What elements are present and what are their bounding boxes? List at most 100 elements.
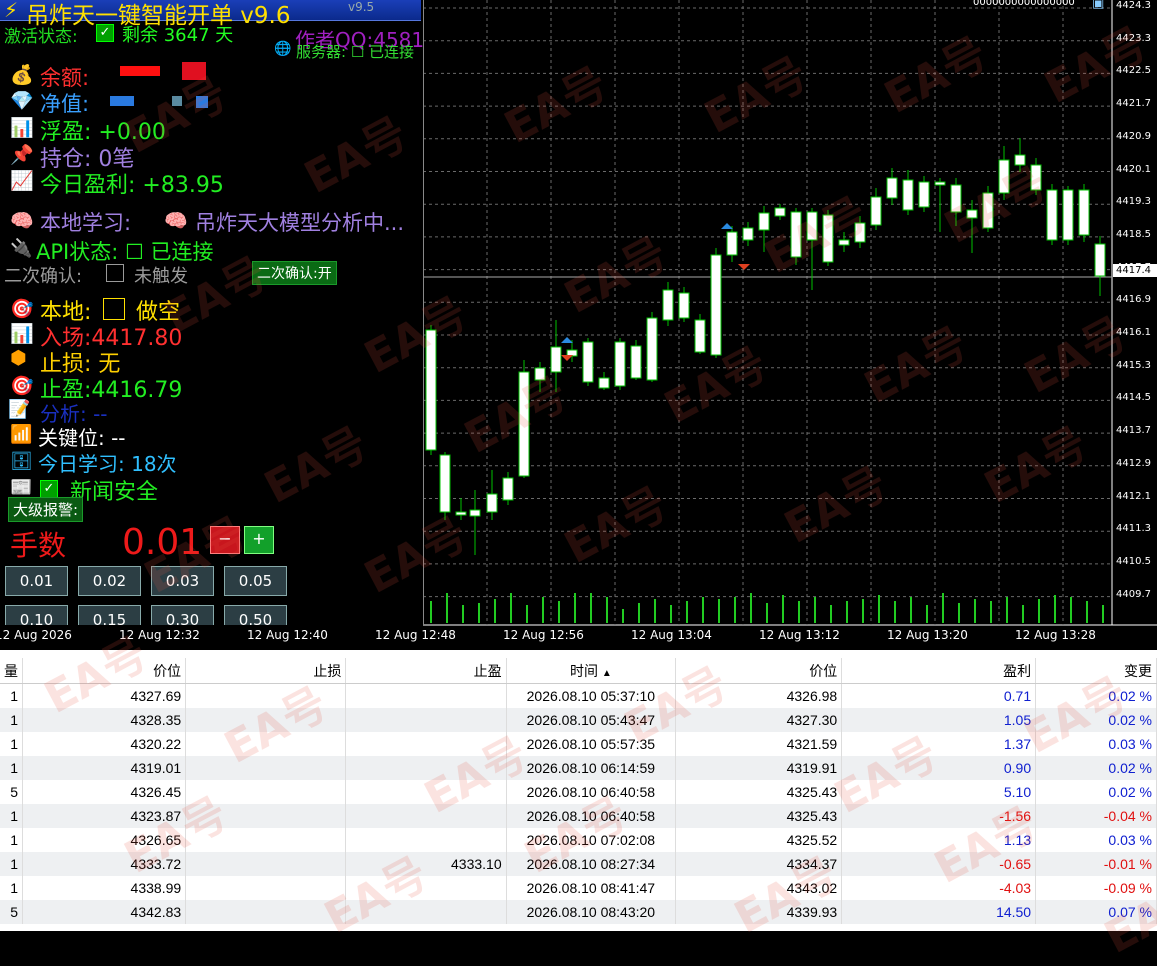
key-level-icon: 📶 <box>10 424 33 445</box>
lot-preset-0.01[interactable]: 0.01 <box>5 566 68 596</box>
col-change-header[interactable]: 变更 <box>1035 658 1157 684</box>
price-tick-label: 4412.1 <box>1116 490 1151 502</box>
entry-icon: 📊 <box>10 323 34 345</box>
table-row[interactable]: 1 4326.65 2026.08.10 07:02:08 4325.52 1.13 0.… <box>0 828 1157 852</box>
cell-take-profit <box>345 732 507 756</box>
candle-body <box>998 159 1010 194</box>
globe-icon: 🌐 <box>274 41 292 57</box>
col-volume-header[interactable]: 量 <box>0 658 23 684</box>
candle-body <box>630 345 642 379</box>
lot-decrease-button[interactable]: − <box>210 526 240 554</box>
cell-time: 2026.08.10 06:40:58 <box>506 804 677 828</box>
table-row[interactable]: 1 4333.72 4333.10 2026.08.10 08:27:34 4334.3… <box>0 852 1157 876</box>
col-profit-header[interactable]: 盈利 <box>841 658 1037 684</box>
cell-stop-loss <box>185 708 347 732</box>
candle-body <box>1094 243 1106 277</box>
cell-volume: 1 <box>0 683 23 708</box>
today-profit: 今日盈利: +83.95 <box>40 173 224 198</box>
cell-profit: 0.71 <box>841 683 1037 708</box>
lot-preset-0.02[interactable]: 0.02 <box>78 566 141 596</box>
time-tick-label: 12 Aug 13:04 <box>631 628 712 642</box>
cell-open-price: 4323.87 <box>22 804 187 828</box>
price-tick-label: 4422.5 <box>1116 65 1151 77</box>
lot-preset-0.05[interactable]: 0.05 <box>224 566 287 596</box>
cell-change: 0.03 % <box>1035 828 1157 852</box>
lot-preset-0.10[interactable]: 0.10 <box>5 605 68 625</box>
cell-take-profit <box>345 708 507 732</box>
col-stop-loss-header[interactable]: 止损 <box>185 658 347 684</box>
price-tick-label: 4415.3 <box>1116 359 1151 371</box>
time-tick-label: 12 Aug 2026 <box>0 628 72 642</box>
table-row[interactable]: 1 4320.22 2026.08.10 05:57:35 4321.59 1.37 0.… <box>0 732 1157 756</box>
candle-body <box>582 341 594 383</box>
key-level: 关键位: -- <box>38 426 126 450</box>
col-take-profit-header[interactable]: 止盈 <box>345 658 507 684</box>
trade-history-table[interactable]: 量 价位 止损 止盈 时间 ▲ 价位 盈利 变更 1 4327.69 2026.08… <box>0 650 1157 931</box>
cell-profit: 5.10 <box>841 780 1037 804</box>
time-tick-label: 12 Aug 13:12 <box>759 628 840 642</box>
cell-close-price: 4321.59 <box>675 732 843 756</box>
sell-arrow-icon <box>561 355 573 361</box>
price-tick-label: 4416.9 <box>1116 294 1151 306</box>
major-alert-button[interactable]: 大级报警: <box>8 497 84 522</box>
lot-preset-0.30[interactable]: 0.30 <box>151 605 214 625</box>
table-row[interactable]: 1 4327.69 2026.08.10 05:37:10 4326.98 0.71 0.… <box>0 683 1157 708</box>
table-row[interactable]: 1 4319.01 2026.08.10 06:14:59 4319.91 0.90 0.… <box>0 756 1157 780</box>
cell-time: 2026.08.10 06:40:58 <box>506 780 677 804</box>
candle-body <box>790 211 802 258</box>
lightning-icon: ⚡ <box>4 0 19 22</box>
lot-increase-button[interactable]: + <box>244 526 274 554</box>
table-row[interactable]: 1 4323.87 2026.08.10 06:40:58 4325.43 -1.56-… <box>0 804 1157 828</box>
col-open-price-header[interactable]: 价位 <box>22 658 187 684</box>
second-confirm-icon <box>106 264 124 282</box>
chart-corner-icon[interactable]: ▣ <box>1092 0 1104 11</box>
cell-open-price: 4333.72 <box>22 852 187 876</box>
col-time-header[interactable]: 时间 ▲ <box>506 658 677 684</box>
cell-open-price: 4319.01 <box>22 756 187 780</box>
col-close-price-header[interactable]: 价位 <box>675 658 843 684</box>
lot-preset-0.15[interactable]: 0.15 <box>78 605 141 625</box>
lot-preset-0.50[interactable]: 0.50 <box>224 605 287 625</box>
cell-time: 2026.08.10 08:43:20 <box>506 900 677 924</box>
price-tick-label: 4423.3 <box>1116 32 1151 44</box>
cell-close-price: 4327.30 <box>675 708 843 732</box>
activation-label: 激活状态: <box>4 27 78 47</box>
cell-stop-loss <box>185 828 347 852</box>
panel-version-hint: v9.5 <box>348 0 375 14</box>
cell-time: 2026.08.10 08:27:34 <box>506 852 677 876</box>
second-confirm-toggle-button[interactable]: 二次确认:开 <box>252 261 337 285</box>
second-confirm-label: 二次确认: <box>4 266 83 287</box>
panel-title-bar[interactable]: ⚡ 吊炸天一键智能开单 v9.6 v9.5 <box>0 0 421 29</box>
candle-body <box>918 181 930 208</box>
table-row[interactable]: 1 4328.35 2026.08.10 05:43:47 4327.30 1.05 0.… <box>0 708 1157 732</box>
candle-body <box>455 511 467 516</box>
price-tick-label: 4409.7 <box>1116 588 1151 600</box>
cell-volume: 1 <box>0 852 23 876</box>
equity-redacted-3 <box>196 96 208 108</box>
candle-body <box>982 192 994 229</box>
cell-close-price: 4325.52 <box>675 828 843 852</box>
model-analysis-status: 吊炸天大模型分析中... <box>195 211 405 235</box>
cell-take-profit <box>345 683 507 708</box>
news-icon: 📰 <box>10 477 33 498</box>
cell-change: 0.02 % <box>1035 683 1157 708</box>
time-tick-label: 12 Aug 12:56 <box>503 628 584 642</box>
price-tick-label: 4420.1 <box>1116 163 1151 175</box>
cell-stop-loss <box>185 876 347 900</box>
news-check-icon: ✓ <box>40 478 58 498</box>
candle-body <box>886 177 898 199</box>
cell-volume: 1 <box>0 876 23 900</box>
table-row[interactable]: 1 4338.99 2026.08.10 08:41:47 4343.02 -4.03-… <box>0 876 1157 900</box>
price-tick-label: 4421.7 <box>1116 98 1151 110</box>
stop-icon: ⬢ <box>10 347 27 369</box>
price-tick-label: 4420.9 <box>1116 130 1151 142</box>
candle-body <box>662 289 674 321</box>
cell-change: 0.07 % <box>1035 900 1157 924</box>
table-row[interactable]: 5 4326.45 2026.08.10 06:40:58 4325.43 5.10 0.… <box>0 780 1157 804</box>
chart-area[interactable]: 0000000000000000 ▣ 4424.3 4423.3 4422.5 442… <box>0 0 1157 650</box>
candle-body <box>838 239 850 246</box>
table-row[interactable]: 5 4342.83 2026.08.10 08:43:20 4339.93 14.50 0… <box>0 900 1157 924</box>
lot-preset-0.03[interactable]: 0.03 <box>151 566 214 596</box>
cell-change: 0.02 % <box>1035 708 1157 732</box>
brain-icon-2: 🧠 <box>164 210 188 232</box>
